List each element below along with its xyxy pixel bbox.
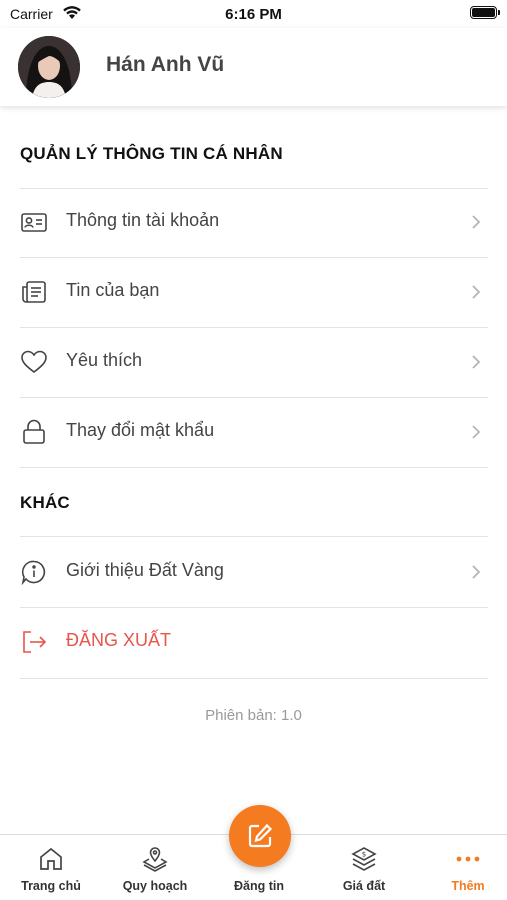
section-title-personal: QUẢN LÝ THÔNG TIN CÁ NHÂN	[20, 144, 283, 163]
chevron-right-icon	[471, 564, 481, 580]
more-dots-icon	[454, 845, 482, 873]
section-title-other: KHÁC	[20, 493, 70, 512]
profile-header[interactable]: Hán Anh Vũ	[0, 28, 507, 106]
menu-item-favorites[interactable]: Yêu thích	[0, 328, 507, 396]
edit-icon	[248, 823, 273, 848]
heart-icon	[20, 349, 48, 375]
post-fab-button[interactable]	[229, 805, 291, 867]
menu-item-label: Thay đổi mật khẩu	[66, 420, 215, 440]
tab-home[interactable]: Trang chủ	[0, 835, 102, 900]
tab-label: Thêm	[451, 879, 485, 893]
tab-label: Trang chủ	[21, 879, 81, 893]
status-bar: Carrier 6:16 PM	[0, 0, 507, 28]
logout-button[interactable]: ĐĂNG XUẤT	[0, 608, 507, 676]
battery-icon	[470, 6, 500, 19]
menu-item-label: Thông tin tài khoản	[66, 210, 220, 230]
svg-text:$: $	[362, 851, 366, 859]
clock: 6:16 PM	[225, 6, 282, 23]
tab-label: Đăng tin	[234, 879, 284, 893]
menu-item-label: Yêu thích	[66, 350, 143, 370]
chevron-right-icon	[471, 424, 481, 440]
app-version: Phiên bản: 1.0	[205, 707, 302, 724]
divider	[20, 536, 488, 537]
map-pin-icon	[141, 845, 169, 873]
avatar[interactable]	[18, 36, 80, 98]
lock-icon	[20, 419, 48, 445]
menu-item-about[interactable]: Giới thiệu Đất Vàng	[0, 538, 507, 606]
tab-label: Giá đất	[342, 879, 386, 893]
chevron-right-icon	[471, 284, 481, 300]
menu-item-account-info[interactable]: Thông tin tài khoản	[0, 188, 507, 256]
news-icon	[20, 279, 48, 305]
layers-dollar-icon: $	[350, 845, 378, 873]
tab-label: Quy hoạch	[122, 879, 188, 893]
tab-planning[interactable]: Quy hoạch	[104, 835, 206, 900]
divider	[20, 678, 488, 679]
chevron-right-icon	[471, 214, 481, 230]
menu-item-your-posts[interactable]: Tin của bạn	[0, 258, 507, 326]
info-icon	[20, 559, 48, 586]
chevron-right-icon	[471, 354, 481, 370]
home-icon	[37, 845, 65, 873]
divider	[20, 467, 488, 468]
id-card-icon	[20, 209, 48, 235]
menu-item-label: Tin của bạn	[66, 280, 160, 300]
logout-label: ĐĂNG XUẤT	[66, 630, 172, 650]
menu-item-change-password[interactable]: Thay đổi mật khẩu	[0, 398, 507, 466]
logout-icon	[20, 629, 48, 655]
profile-name: Hán Anh Vũ	[106, 53, 225, 76]
menu-item-label: Giới thiệu Đất Vàng	[66, 560, 224, 580]
tab-land-price[interactable]: $ Giá đất	[313, 835, 415, 900]
tab-more[interactable]: Thêm	[417, 835, 507, 900]
